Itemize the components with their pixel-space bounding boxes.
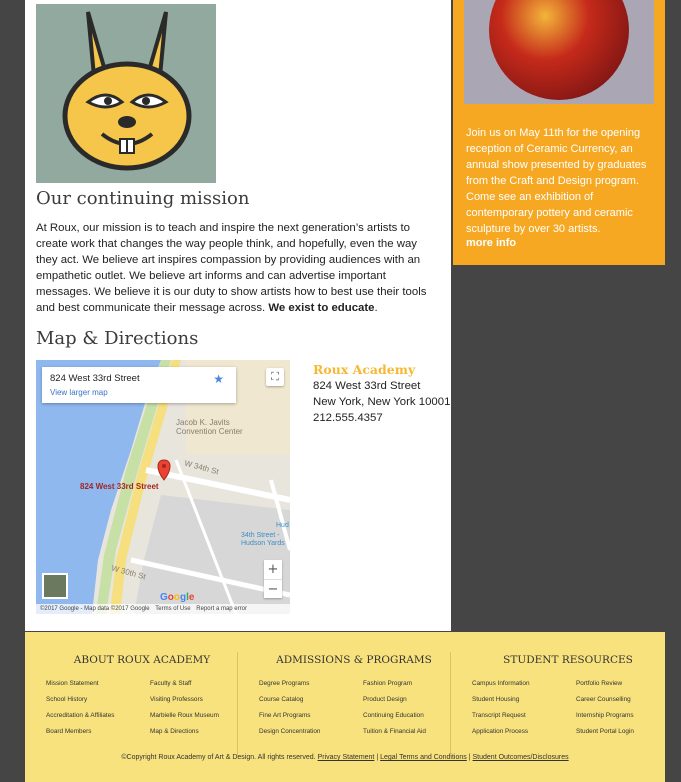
footer-link[interactable]: Fashion Program bbox=[363, 680, 412, 687]
footer-link[interactable]: Student Housing bbox=[472, 696, 519, 703]
map-terms-link[interactable]: Terms of Use bbox=[155, 606, 190, 612]
map-directions-title: Map & Directions bbox=[36, 328, 199, 349]
footer-link[interactable]: Career Counselling bbox=[576, 696, 631, 703]
main-content: Our continuing mission At Roux, our miss… bbox=[25, 0, 451, 631]
footer-link[interactable]: Design Concentration bbox=[259, 728, 320, 735]
footer-link[interactable]: School History bbox=[46, 696, 87, 703]
address-name: Roux Academy bbox=[313, 362, 416, 377]
address-line1: 824 West 33rd Street bbox=[313, 380, 421, 392]
javits-label: Jacob K. Javits Convention Center bbox=[176, 418, 243, 436]
footer-link[interactable]: Board Members bbox=[46, 728, 91, 735]
separator: | bbox=[468, 754, 471, 761]
more-info-link[interactable]: more info bbox=[466, 237, 516, 249]
map-footer: ©2017 Google - Map data ©2017 Google Ter… bbox=[36, 604, 290, 614]
map-copyright: ©2017 Google - Map data ©2017 Google bbox=[40, 606, 150, 612]
footer-link[interactable]: Visiting Professors bbox=[150, 696, 203, 703]
copyright-bar: ©Copyright Roux Academy of Art & Design.… bbox=[25, 754, 665, 761]
footer-divider bbox=[237, 652, 238, 756]
zoom-control: + − bbox=[264, 560, 282, 598]
fullscreen-icon[interactable]: ⛶ bbox=[266, 368, 284, 386]
footer-link[interactable]: Tuition & Financial Aid bbox=[363, 728, 426, 735]
rabbit-mascot-image bbox=[36, 4, 216, 183]
footer-divider bbox=[450, 652, 451, 756]
google-map[interactable]: Jacob K. Javits Convention Center 34th S… bbox=[36, 360, 290, 614]
copyright-text: ©Copyright Roux Academy of Art & Design.… bbox=[121, 754, 316, 761]
ceramic-vase-image bbox=[464, 0, 654, 104]
map-info-card: 824 West 33rd Street View larger map ★ bbox=[42, 367, 236, 403]
footer-link[interactable]: Map & Directions bbox=[150, 728, 199, 735]
footer-link[interactable]: Student Portal Login bbox=[576, 728, 634, 735]
mission-period: . bbox=[374, 302, 378, 314]
sidebar-promo: Join us on May 11th for the opening rece… bbox=[453, 0, 665, 265]
zoom-out-button[interactable]: − bbox=[264, 580, 282, 599]
zoom-in-button[interactable]: + bbox=[264, 560, 282, 580]
footer-about-title: ABOUT ROUX ACADEMY bbox=[73, 654, 211, 666]
legal-link[interactable]: Legal Terms and Conditions bbox=[380, 754, 467, 761]
footer-link[interactable]: Course Catalog bbox=[259, 696, 303, 703]
outcomes-link[interactable]: Student Outcomes/Disclosures bbox=[473, 754, 569, 761]
mission-body: At Roux, our mission is to teach and ins… bbox=[36, 222, 427, 314]
privacy-link[interactable]: Privacy Statement bbox=[318, 754, 375, 761]
site-footer: ABOUT ROUX ACADEMY Mission Statement Sch… bbox=[25, 632, 665, 782]
footer-link[interactable]: Campus Information bbox=[472, 680, 530, 687]
footer-link[interactable]: Accreditation & Affiliates bbox=[46, 712, 114, 719]
map-card-title: 824 West 33rd Street bbox=[50, 373, 140, 384]
mission-emphasis: We exist to educate bbox=[268, 302, 375, 314]
save-star-icon[interactable]: ★ bbox=[213, 372, 224, 386]
footer-link[interactable]: Portfolio Review bbox=[576, 680, 622, 687]
station-label: 34th Street - Hudson Yards bbox=[241, 532, 285, 547]
footer-link[interactable]: Mission Statement bbox=[46, 680, 99, 687]
footer-admissions-title: ADMISSIONS & PROGRAMS bbox=[276, 654, 432, 666]
footer-resources-title: STUDENT RESOURCES bbox=[503, 654, 633, 666]
footer-link[interactable]: Continuing Education bbox=[363, 712, 424, 719]
google-logo: Google bbox=[160, 592, 195, 603]
map-pin-label: 824 West 33rd Street bbox=[80, 482, 159, 491]
address-line2: New York, New York 10001 bbox=[313, 396, 451, 408]
mission-title: Our continuing mission bbox=[36, 188, 250, 209]
footer-link[interactable]: Faculty & Staff bbox=[150, 680, 191, 687]
satellite-toggle[interactable] bbox=[42, 573, 68, 599]
footer-link[interactable]: Transcript Request bbox=[472, 712, 526, 719]
hud-label: Hud bbox=[276, 522, 289, 529]
footer-link[interactable]: Marbielle Roux Museum bbox=[150, 712, 219, 719]
map-report-link[interactable]: Report a map error bbox=[196, 606, 247, 612]
view-larger-map-link[interactable]: View larger map bbox=[50, 388, 108, 397]
address-block: Roux Academy 824 West 33rd Street New Yo… bbox=[313, 362, 450, 426]
footer-link[interactable]: Degree Programs bbox=[259, 680, 309, 687]
footer-link[interactable]: Internship Programs bbox=[576, 712, 634, 719]
footer-link[interactable]: Application Process bbox=[472, 728, 528, 735]
mission-text: At Roux, our mission is to teach and ins… bbox=[36, 220, 431, 316]
promo-text: Join us on May 11th for the opening rece… bbox=[466, 127, 647, 235]
footer-link[interactable]: Fine Art Programs bbox=[259, 712, 311, 719]
separator: | bbox=[376, 754, 379, 761]
address-phone: 212.555.4357 bbox=[313, 412, 383, 424]
footer-link[interactable]: Product Design bbox=[363, 696, 407, 703]
